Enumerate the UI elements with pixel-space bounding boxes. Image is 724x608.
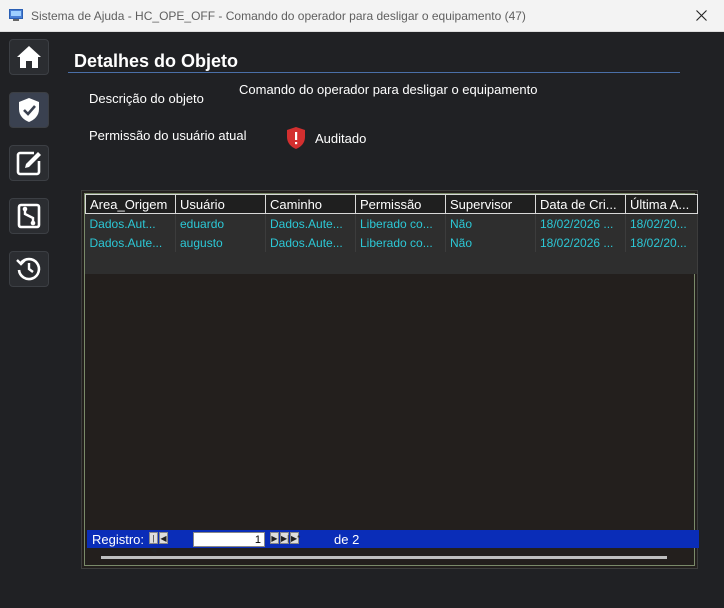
first-record-button[interactable]: |◀ bbox=[149, 532, 158, 555]
table-cell[interactable]: 18/02/2026 ... bbox=[535, 213, 626, 233]
sidebar-item-circuit[interactable] bbox=[9, 198, 49, 234]
sidebar bbox=[9, 39, 51, 304]
column-header[interactable]: Usuário bbox=[175, 194, 266, 214]
column-header[interactable]: Última A... bbox=[625, 194, 698, 214]
edit-icon bbox=[16, 151, 41, 176]
next-record-button[interactable]: ▶ bbox=[270, 532, 279, 544]
table-cell[interactable]: Dados.Aute... bbox=[265, 233, 356, 252]
home-icon bbox=[17, 46, 41, 68]
table-cell[interactable]: Liberado co... bbox=[355, 233, 446, 252]
close-icon bbox=[695, 10, 707, 21]
title-underline bbox=[68, 72, 680, 73]
table-cell[interactable]: 18/02/2026 ... bbox=[535, 233, 626, 252]
record-number-input[interactable] bbox=[193, 532, 265, 547]
new-record-button[interactable]: ▶* bbox=[290, 532, 300, 544]
column-header[interactable]: Permissão bbox=[355, 194, 446, 214]
last-record-button[interactable]: ▶| bbox=[280, 532, 289, 544]
sidebar-item-edit[interactable] bbox=[9, 145, 49, 181]
table-cell[interactable]: Liberado co... bbox=[355, 213, 446, 233]
title-bar: Sistema de Ajuda - HC_OPE_OFF - Comando … bbox=[0, 0, 724, 32]
permission-label: Permissão do usuário atual bbox=[89, 128, 247, 143]
table-cell[interactable]: 18/02/20... bbox=[625, 233, 698, 252]
table-cell[interactable]: Não bbox=[445, 213, 536, 233]
shield-check-icon bbox=[19, 98, 39, 122]
table-header-row: Area_Origem Usuário Caminho Permissão Su… bbox=[85, 194, 698, 214]
horizontal-scrollbar[interactable] bbox=[101, 556, 667, 559]
table-row[interactable]: Dados.Aut... eduardo Dados.Aute... Liber… bbox=[85, 213, 698, 233]
table-cell[interactable]: Dados.Aute... bbox=[265, 213, 356, 233]
table-cell[interactable]: eduardo bbox=[175, 213, 266, 233]
history-icon bbox=[16, 257, 41, 281]
sidebar-item-permissions[interactable] bbox=[9, 92, 49, 128]
column-header[interactable]: Area_Origem bbox=[85, 194, 176, 214]
description-value: Comando do operador para desligar o equi… bbox=[239, 82, 538, 97]
table-cell[interactable]: 18/02/20... bbox=[625, 213, 698, 233]
records-grid: Area_Origem Usuário Caminho Permissão Su… bbox=[81, 190, 699, 569]
description-label: Descrição do objeto bbox=[89, 91, 204, 106]
prev-record-button[interactable]: ◀ bbox=[159, 532, 168, 544]
column-header[interactable]: Caminho bbox=[265, 194, 356, 214]
record-navigator: Registro: |◀ ◀ ▶ ▶| ▶* de 2 bbox=[87, 530, 699, 555]
column-header[interactable]: Supervisor bbox=[445, 194, 536, 214]
window-title: Sistema de Ajuda - HC_OPE_OFF - Comando … bbox=[31, 9, 526, 23]
table-cell[interactable]: Não bbox=[445, 233, 536, 252]
alert-shield-icon bbox=[287, 127, 305, 149]
table-cell[interactable]: augusto bbox=[175, 233, 266, 252]
grid-inner: Area_Origem Usuário Caminho Permissão Su… bbox=[84, 193, 699, 566]
table-cell[interactable]: Dados.Aute... bbox=[85, 233, 176, 252]
page-title: Detalhes do Objeto bbox=[74, 51, 239, 71]
record-label: Registro: bbox=[92, 532, 145, 547]
sidebar-item-history[interactable] bbox=[9, 251, 49, 287]
circuit-icon bbox=[17, 203, 41, 229]
close-button[interactable] bbox=[678, 0, 724, 31]
records-table: Area_Origem Usuário Caminho Permissão Su… bbox=[85, 194, 698, 252]
table-row[interactable]: Dados.Aute... augusto Dados.Aute... Libe… bbox=[85, 233, 698, 252]
table-cell[interactable]: Dados.Aut... bbox=[85, 213, 176, 233]
sidebar-item-home[interactable] bbox=[9, 39, 49, 75]
app-icon bbox=[9, 9, 23, 21]
record-total: de 2 bbox=[334, 532, 360, 547]
permission-value: Auditado bbox=[315, 131, 367, 146]
column-header[interactable]: Data de Cri... bbox=[535, 194, 626, 214]
